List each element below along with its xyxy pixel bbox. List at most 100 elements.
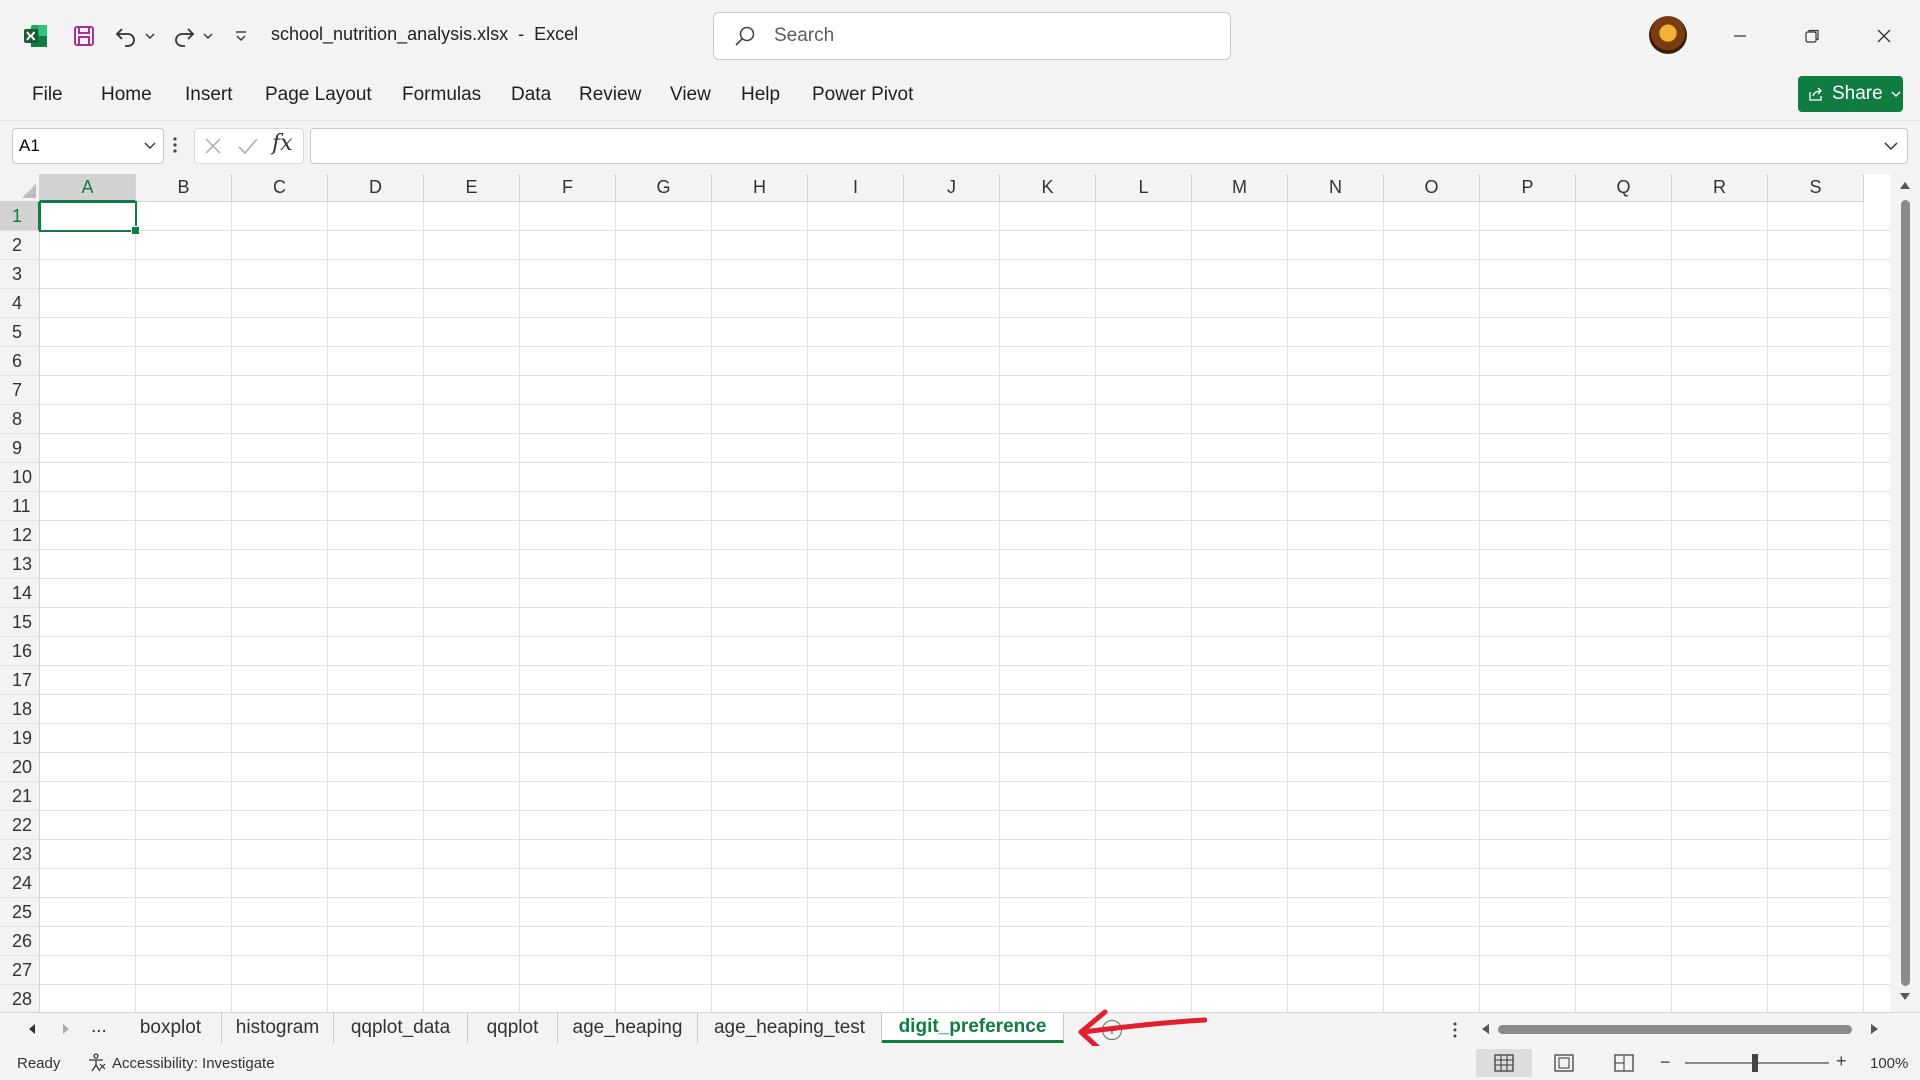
row-header-9[interactable]: 9	[0, 434, 40, 463]
vertical-scroll-thumb[interactable]	[1901, 200, 1910, 986]
column-header-s[interactable]: S	[1768, 174, 1864, 202]
minimize-icon[interactable]	[1720, 16, 1760, 56]
sheet-tab-qqplot-data[interactable]: qqplot_data	[334, 1013, 468, 1043]
column-header-f[interactable]: F	[520, 174, 616, 202]
row-header-19[interactable]: 19	[0, 724, 40, 753]
expand-formula-bar-icon[interactable]	[1883, 139, 1899, 153]
tab-view[interactable]: View	[670, 84, 711, 106]
redo-icon[interactable]	[168, 20, 200, 52]
tab-home[interactable]: Home	[101, 84, 152, 106]
row-header-21[interactable]: 21	[0, 782, 40, 811]
undo-dropdown-chevron-icon[interactable]	[142, 20, 158, 52]
scroll-left-icon[interactable]	[1480, 1023, 1490, 1035]
tab-review[interactable]: Review	[579, 84, 641, 106]
row-header-12[interactable]: 12	[0, 521, 40, 550]
row-header-17[interactable]: 17	[0, 666, 40, 695]
tab-power-pivot[interactable]: Power Pivot	[812, 84, 913, 106]
column-header-j[interactable]: J	[904, 174, 1000, 202]
next-sheet-icon[interactable]	[62, 1023, 70, 1035]
customize-toolbar-icon[interactable]	[228, 20, 254, 52]
tab-file[interactable]: File	[32, 84, 63, 106]
row-header-20[interactable]: 20	[0, 753, 40, 782]
row-header-2[interactable]: 2	[0, 231, 40, 260]
column-header-g[interactable]: G	[616, 174, 712, 202]
more-sheets-button[interactable]: ...	[91, 1016, 107, 1038]
row-header-5[interactable]: 5	[0, 318, 40, 347]
vertical-scrollbar[interactable]	[1890, 174, 1920, 1012]
horizontal-scroll-thumb[interactable]	[1498, 1025, 1852, 1034]
row-header-8[interactable]: 8	[0, 405, 40, 434]
row-header-15[interactable]: 15	[0, 608, 40, 637]
row-header-22[interactable]: 22	[0, 811, 40, 840]
share-button[interactable]: Share	[1798, 76, 1903, 112]
row-header-6[interactable]: 6	[0, 347, 40, 376]
worksheet-grid[interactable]: ABCDEFGHIJKLMNOPQRS 1 2 3 4 5 6 7 8 9 10 11 12 13 14 1…	[0, 174, 1890, 1012]
formula-input-box[interactable]	[310, 128, 1908, 164]
row-header-24[interactable]: 24	[0, 869, 40, 898]
row-header-23[interactable]: 23	[0, 840, 40, 869]
column-header-n[interactable]: N	[1288, 174, 1384, 202]
zoom-slider-thumb[interactable]	[1752, 1054, 1758, 1072]
name-box[interactable]	[12, 128, 164, 164]
sheet-tab-age-heaping-test[interactable]: age_heaping_test	[698, 1013, 882, 1043]
zoom-level[interactable]: 100%	[1870, 1055, 1908, 1072]
column-header-p[interactable]: P	[1480, 174, 1576, 202]
row-header-4[interactable]: 4	[0, 289, 40, 318]
cell-area[interactable]	[40, 202, 1890, 1012]
sheet-tab-digit-preference[interactable]: digit_preference	[882, 1013, 1064, 1043]
row-header-26[interactable]: 26	[0, 927, 40, 956]
column-header-d[interactable]: D	[328, 174, 424, 202]
column-header-a[interactable]: A	[40, 174, 136, 202]
column-header-m[interactable]: M	[1192, 174, 1288, 202]
horizontal-scrollbar[interactable]	[1476, 1017, 1886, 1041]
zoom-out-button[interactable]: −	[1660, 1052, 1671, 1073]
user-avatar[interactable]	[1649, 16, 1687, 54]
restore-icon[interactable]	[1792, 16, 1832, 56]
tab-data[interactable]: Data	[511, 84, 551, 106]
column-header-i[interactable]: I	[808, 174, 904, 202]
cancel-icon[interactable]	[202, 135, 224, 162]
column-header-l[interactable]: L	[1096, 174, 1192, 202]
scroll-right-icon[interactable]	[1870, 1023, 1880, 1035]
search-input[interactable]	[774, 25, 1194, 47]
tab-page-layout[interactable]: Page Layout	[265, 84, 372, 106]
redo-dropdown-chevron-icon[interactable]	[200, 20, 216, 52]
row-header-1[interactable]: 1	[0, 202, 40, 231]
sheet-tab-age-heaping[interactable]: age_heaping	[558, 1013, 698, 1043]
undo-icon[interactable]	[110, 20, 142, 52]
tab-formulas[interactable]: Formulas	[402, 84, 481, 106]
row-header-14[interactable]: 14	[0, 579, 40, 608]
row-header-27[interactable]: 27	[0, 956, 40, 985]
scroll-down-icon[interactable]	[1899, 992, 1911, 1002]
tab-help[interactable]: Help	[741, 84, 780, 106]
row-header-18[interactable]: 18	[0, 695, 40, 724]
sheet-tab-qqplot[interactable]: qqplot	[468, 1013, 558, 1043]
selected-cell[interactable]	[39, 201, 140, 235]
close-icon[interactable]	[1864, 16, 1904, 56]
insert-function-icon[interactable]: fx	[272, 131, 293, 156]
accessibility-status[interactable]: Accessibility: Investigate	[86, 1053, 275, 1073]
normal-view-button[interactable]	[1476, 1049, 1532, 1077]
column-header-k[interactable]: K	[1000, 174, 1096, 202]
previous-sheet-icon[interactable]	[28, 1023, 36, 1035]
row-header-28[interactable]: 28	[0, 985, 40, 1012]
page-break-view-button[interactable]	[1596, 1049, 1652, 1077]
save-icon[interactable]	[68, 20, 100, 52]
column-header-o[interactable]: O	[1384, 174, 1480, 202]
enter-check-icon[interactable]	[236, 135, 260, 162]
row-header-11[interactable]: 11	[0, 492, 40, 521]
row-header-3[interactable]: 3	[0, 260, 40, 289]
chevron-down-icon[interactable]	[143, 138, 157, 152]
row-header-7[interactable]: 7	[0, 376, 40, 405]
more-options-icon[interactable]	[1452, 1021, 1458, 1039]
column-header-q[interactable]: Q	[1576, 174, 1672, 202]
column-header-e[interactable]: E	[424, 174, 520, 202]
formula-input[interactable]	[311, 129, 1861, 161]
name-box-input[interactable]	[19, 136, 129, 156]
row-header-25[interactable]: 25	[0, 898, 40, 927]
sheet-tab-histogram[interactable]: histogram	[222, 1013, 334, 1043]
column-header-r[interactable]: R	[1672, 174, 1768, 202]
row-header-10[interactable]: 10	[0, 463, 40, 492]
page-layout-view-button[interactable]	[1536, 1049, 1592, 1077]
tab-insert[interactable]: Insert	[185, 84, 233, 106]
